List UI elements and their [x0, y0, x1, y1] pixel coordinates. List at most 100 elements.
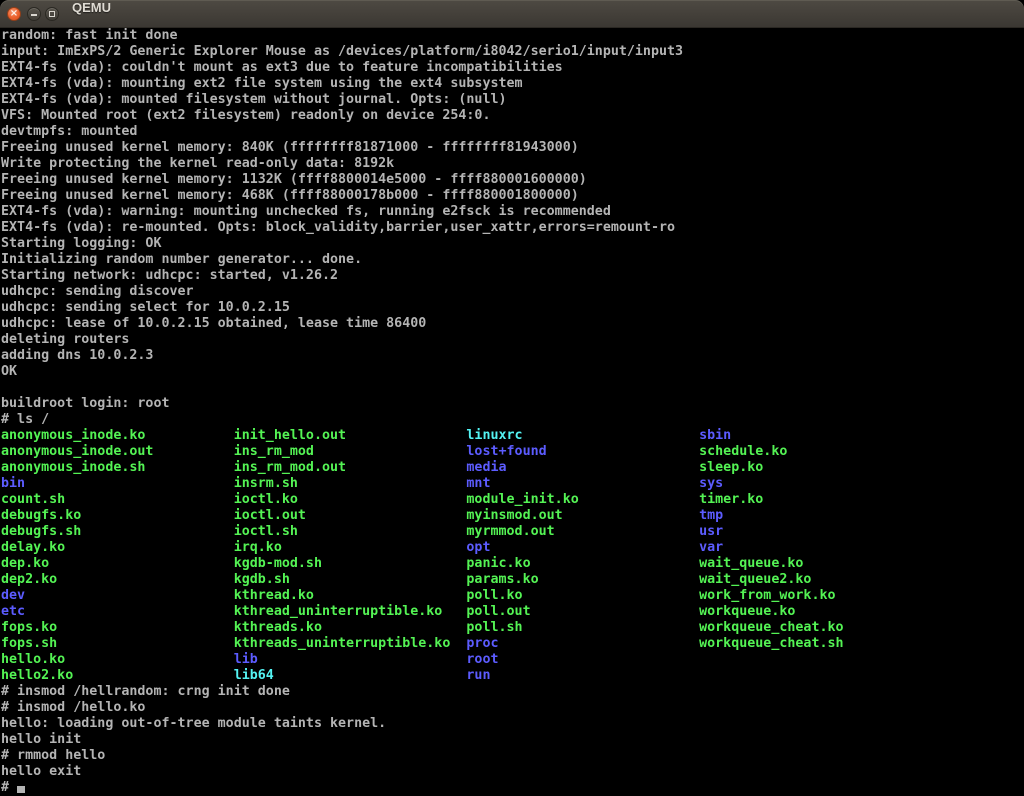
- ls-entry: dev: [1, 588, 234, 603]
- ls-row: etc kthread_uninterruptible.ko poll.out …: [1, 604, 795, 619]
- ls-entry: run: [466, 668, 490, 683]
- console-line: Freeing unused kernel memory: 840K (ffff…: [1, 140, 579, 155]
- console-line: devtmpfs: mounted: [1, 124, 137, 139]
- ls-entry: timer.ko: [699, 492, 763, 507]
- minimize-button[interactable]: [27, 7, 41, 21]
- ls-entry: fops.sh: [1, 636, 234, 651]
- ls-entry: wait_queue.ko: [699, 556, 803, 571]
- ls-row: bin insrm.sh mnt sys: [1, 476, 723, 491]
- ls-entry: insrm.sh: [234, 476, 467, 491]
- ls-entry: kthread_uninterruptible.ko: [234, 604, 467, 619]
- ls-entry: mnt: [466, 476, 699, 491]
- ls-entry: debugfs.ko: [1, 508, 234, 523]
- ls-entry: params.ko: [466, 572, 699, 587]
- ls-entry: ioctl.sh: [234, 524, 467, 539]
- ls-entry: lib: [234, 652, 467, 667]
- console-line: Starting logging: OK: [1, 236, 161, 251]
- ls-entry: hello2.ko: [1, 668, 234, 683]
- ls-row: anonymous_inode.ko init_hello.out linuxr…: [1, 428, 731, 443]
- ls-entry: fops.ko: [1, 620, 234, 635]
- ls-entry: kgdb.sh: [234, 572, 467, 587]
- console-line: Initializing random number generator... …: [1, 252, 362, 267]
- close-button[interactable]: ×: [7, 7, 21, 21]
- ls-entry: sbin: [699, 428, 731, 443]
- console-line: EXT4-fs (vda): re-mounted. Opts: block_v…: [1, 220, 675, 235]
- close-icon: ×: [10, 8, 18, 19]
- console-line: # rmmod hello: [1, 748, 105, 763]
- ls-entry: wait_queue2.ko: [699, 572, 811, 587]
- ls-row: dep2.ko kgdb.sh params.ko wait_queue2.ko: [1, 572, 811, 587]
- ls-entry: kthreads_uninterruptible.ko: [234, 636, 467, 651]
- console-line: # insmod /hellrandom: crng init done: [1, 684, 290, 699]
- ls-entry: kgdb-mod.sh: [234, 556, 467, 571]
- console-line: VFS: Mounted root (ext2 filesystem) read…: [1, 108, 490, 123]
- ls-row: debugfs.ko ioctl.out myinsmod.out tmp: [1, 508, 723, 523]
- maximize-button[interactable]: [45, 7, 59, 21]
- shell-prompt-line: #: [1, 780, 25, 795]
- ls-row: debugfs.sh ioctl.sh myrmmod.out usr: [1, 524, 723, 539]
- console-line: hello init: [1, 732, 81, 747]
- terminal-cursor: [17, 786, 25, 793]
- ls-entry: tmp: [699, 508, 723, 523]
- ls-entry: anonymous_inode.out: [1, 444, 234, 459]
- ls-entry: media: [466, 460, 699, 475]
- console-line: input: ImExPS/2 Generic Explorer Mouse a…: [1, 44, 683, 59]
- ls-entry: ins_rm_mod: [234, 444, 467, 459]
- ls-entry: debugfs.sh: [1, 524, 234, 539]
- ls-entry: etc: [1, 604, 234, 619]
- console-line: Starting network: udhcpc: started, v1.26…: [1, 268, 338, 283]
- ls-entry: proc: [466, 636, 699, 651]
- ls-entry: schedule.ko: [699, 444, 787, 459]
- ls-row: fops.ko kthreads.ko poll.sh workqueue_ch…: [1, 620, 844, 635]
- ls-entry: anonymous_inode.sh: [1, 460, 234, 475]
- ls-entry: myrmmod.out: [466, 524, 699, 539]
- ls-entry: kthread.ko: [234, 588, 467, 603]
- ls-entry: var: [699, 540, 723, 555]
- console-line: udhcpc: sending discover: [1, 284, 194, 299]
- ls-entry: dep.ko: [1, 556, 234, 571]
- ls-row: delay.ko irq.ko opt var: [1, 540, 723, 555]
- console-line: Write protecting the kernel read-only da…: [1, 156, 394, 171]
- ls-row: fops.sh kthreads_uninterruptible.ko proc…: [1, 636, 844, 651]
- ls-entry: sleep.ko: [699, 460, 763, 475]
- qemu-window: × QEMU random: fast init done input: ImE…: [0, 0, 1024, 796]
- minimize-icon: [31, 14, 37, 16]
- console-line: Freeing unused kernel memory: 468K (ffff…: [1, 188, 579, 203]
- console-line: adding dns 10.0.2.3: [1, 348, 153, 363]
- console-line: # insmod /hello.ko: [1, 700, 145, 715]
- console-line: EXT4-fs (vda): mounting ext2 file system…: [1, 76, 523, 91]
- ls-entry: sys: [699, 476, 723, 491]
- console-line: udhcpc: sending select for 10.0.2.15: [1, 300, 290, 315]
- console-line: Freeing unused kernel memory: 1132K (fff…: [1, 172, 587, 187]
- ls-row: hello2.ko lib64 run: [1, 668, 490, 683]
- ls-entry: workqueue_cheat.sh: [699, 636, 843, 651]
- ls-entry: hello.ko: [1, 652, 234, 667]
- console-line: hello: loading out-of-tree module taints…: [1, 716, 386, 731]
- ls-row: anonymous_inode.out ins_rm_mod lost+foun…: [1, 444, 787, 459]
- ls-entry: workqueue_cheat.ko: [699, 620, 843, 635]
- console-line: EXT4-fs (vda): mounted filesystem withou…: [1, 92, 507, 107]
- terminal-screen[interactable]: random: fast init done input: ImExPS/2 G…: [0, 28, 1024, 796]
- ls-entry: init_hello.out: [234, 428, 467, 443]
- console-line: hello exit: [1, 764, 81, 779]
- ls-entry: root: [466, 652, 498, 667]
- ls-entry: poll.ko: [466, 588, 699, 603]
- ls-row: dep.ko kgdb-mod.sh panic.ko wait_queue.k…: [1, 556, 803, 571]
- window-titlebar[interactable]: × QEMU: [0, 0, 1024, 28]
- console-line: EXT4-fs (vda): warning: mounting uncheck…: [1, 204, 611, 219]
- ls-row: count.sh ioctl.ko module_init.ko timer.k…: [1, 492, 763, 507]
- ls-entry: bin: [1, 476, 234, 491]
- ls-entry: poll.sh: [466, 620, 699, 635]
- ls-entry: kthreads.ko: [234, 620, 467, 635]
- shell-prompt: #: [1, 780, 17, 795]
- ls-entry: poll.out: [466, 604, 699, 619]
- ls-entry: anonymous_inode.ko: [1, 428, 234, 443]
- ls-entry: ioctl.out: [234, 508, 467, 523]
- window-title: QEMU: [72, 0, 111, 28]
- console-line: EXT4-fs (vda): couldn't mount as ext3 du…: [1, 60, 563, 75]
- ls-entry: count.sh: [1, 492, 234, 507]
- ls-row: anonymous_inode.sh ins_rm_mod.out media …: [1, 460, 763, 475]
- console-line: udhcpc: lease of 10.0.2.15 obtained, lea…: [1, 316, 426, 331]
- ls-entry: dep2.ko: [1, 572, 234, 587]
- ls-entry: ins_rm_mod.out: [234, 460, 467, 475]
